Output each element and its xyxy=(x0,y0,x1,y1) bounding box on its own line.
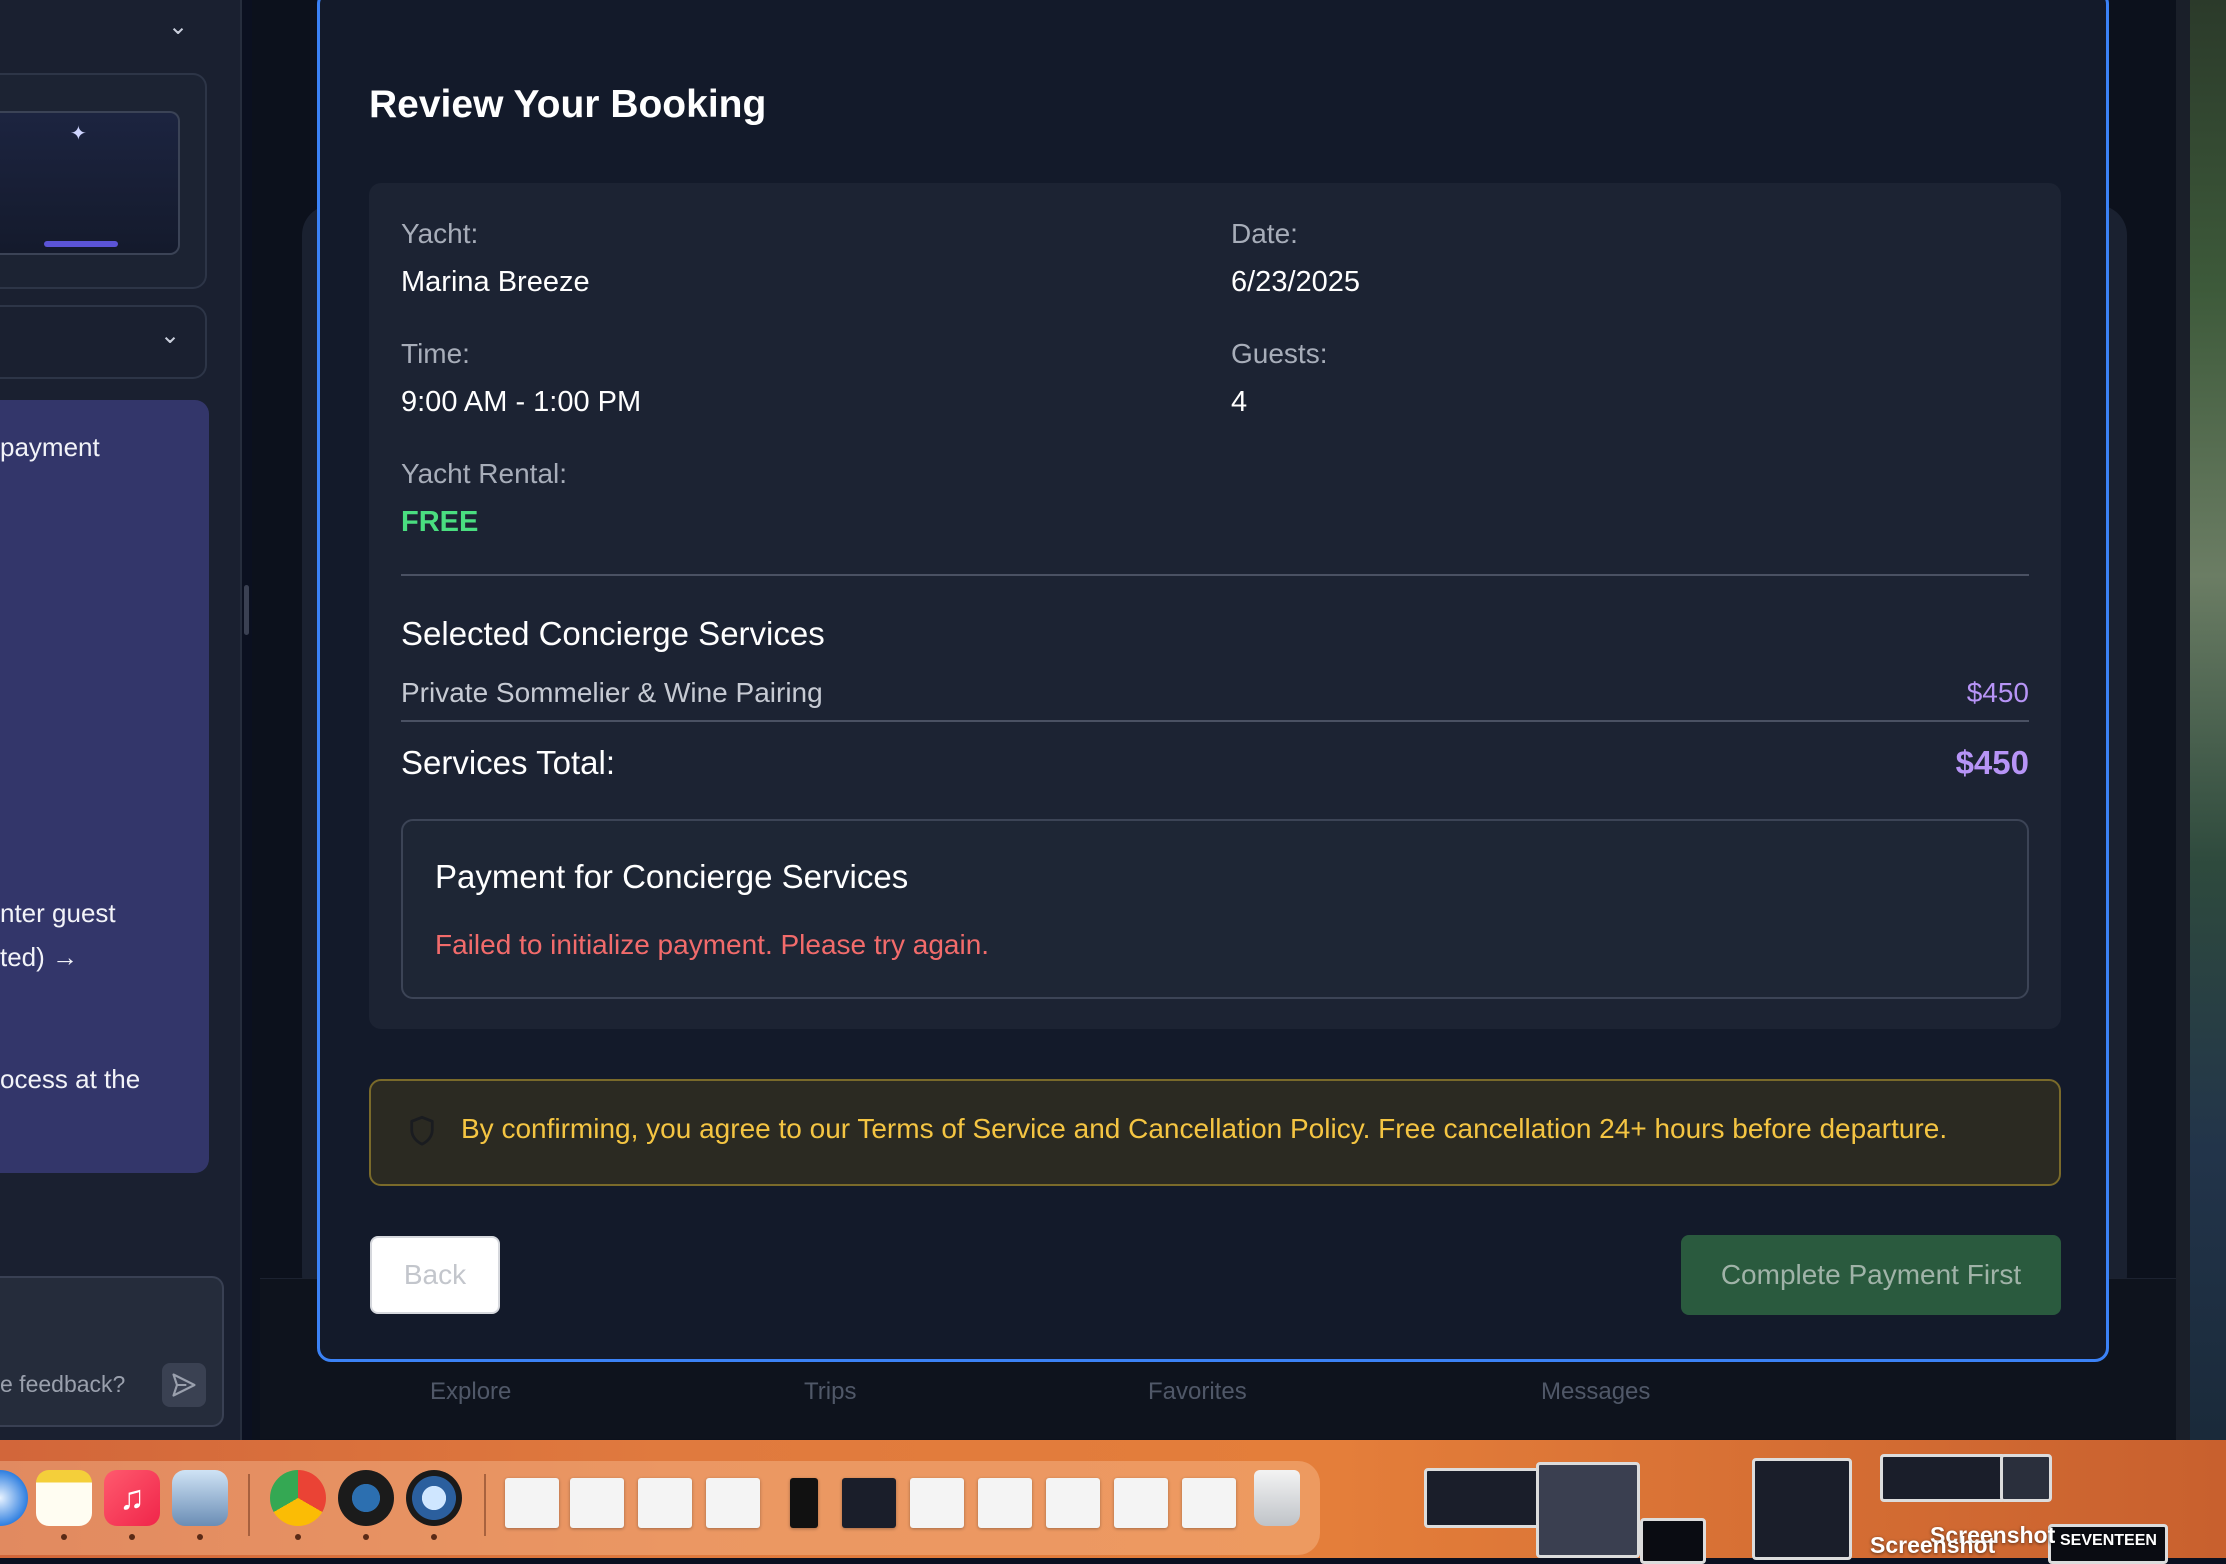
chat-input-placeholder: e feedback? xyxy=(0,1371,126,1397)
terms-notice: By confirming, you agree to our Terms of… xyxy=(369,1079,2061,1186)
running-indicator xyxy=(129,1534,135,1540)
running-indicator xyxy=(363,1534,369,1540)
tab-favorites[interactable]: Favorites xyxy=(1148,1378,1247,1406)
complete-payment-button[interactable]: Complete Payment First xyxy=(1681,1235,2061,1315)
chat-input[interactable]: e feedback? xyxy=(0,1276,224,1427)
message-text: ocess at the xyxy=(0,1064,141,1094)
date-value: 6/23/2025 xyxy=(1231,266,1361,298)
payment-panel xyxy=(401,819,2029,999)
payment-title: Payment for Concierge Services xyxy=(435,858,909,895)
running-indicator xyxy=(431,1534,437,1540)
document-icon[interactable] xyxy=(910,1478,964,1528)
yacht-rental-value: FREE xyxy=(401,506,479,538)
document-icon[interactable] xyxy=(1046,1478,1100,1528)
services-title: Selected Concierge Services xyxy=(401,615,825,652)
chrome-icon[interactable] xyxy=(270,1470,326,1526)
yacht-label: Yacht: xyxy=(401,218,479,249)
thumbnail-button-shape xyxy=(44,241,118,247)
services-total-label: Services Total: xyxy=(401,744,615,781)
service-price: $450 xyxy=(1966,677,2029,708)
time-label: Time: xyxy=(401,338,470,369)
terms-text: By confirming, you agree to our Terms of… xyxy=(461,1113,1948,1144)
chevron-down-icon[interactable]: ⌄ xyxy=(160,321,180,350)
instruments-icon[interactable] xyxy=(338,1470,394,1526)
send-icon xyxy=(172,1373,196,1397)
document-icon[interactable] xyxy=(638,1478,692,1528)
trash-icon[interactable] xyxy=(1254,1470,1300,1526)
running-indicator xyxy=(197,1534,203,1540)
desktop-screenshot-thumbnail[interactable] xyxy=(1752,1458,1852,1560)
shield-icon xyxy=(410,1115,434,1146)
document-icon[interactable] xyxy=(570,1478,624,1528)
assistant-panel: ⌄ ✦ ⌄ payment nter guest ted) → ocess at… xyxy=(0,0,242,1440)
message-text: nter guest xyxy=(0,898,116,928)
message-text: ted) → xyxy=(0,942,79,972)
tab-messages[interactable]: Messages xyxy=(1541,1378,1650,1406)
notes-icon[interactable] xyxy=(36,1470,92,1526)
preview-thumbnail: ✦ xyxy=(0,111,180,255)
running-indicator xyxy=(295,1534,301,1540)
document-icon[interactable] xyxy=(1114,1478,1168,1528)
dock-separator xyxy=(248,1474,250,1536)
document-icon[interactable] xyxy=(978,1478,1032,1528)
yacht-value: Marina Breeze xyxy=(401,266,590,298)
message-text: payment xyxy=(0,432,100,462)
running-indicator xyxy=(61,1534,67,1540)
divider xyxy=(401,574,2029,576)
desktop-screenshot-thumbnail[interactable] xyxy=(2000,1454,2052,1502)
dock-separator xyxy=(484,1474,486,1536)
send-button[interactable] xyxy=(162,1363,206,1407)
preview-card[interactable]: ✦ xyxy=(0,73,207,289)
guests-label: Guests: xyxy=(1231,338,1328,369)
date-label: Date: xyxy=(1231,218,1298,249)
service-name: Private Sommelier & Wine Pairing xyxy=(401,677,823,708)
desktop-file-label[interactable]: Screenshot xyxy=(1870,1532,1995,1559)
logo-icon: ✦ xyxy=(70,123,87,145)
guests-value: 4 xyxy=(1231,386,1248,418)
document-icon[interactable] xyxy=(706,1478,760,1528)
document-icon[interactable] xyxy=(790,1478,818,1528)
document-icon[interactable] xyxy=(505,1478,559,1528)
preview-icon[interactable] xyxy=(172,1470,228,1526)
divider xyxy=(401,720,2029,722)
tab-trips[interactable]: Trips xyxy=(804,1378,856,1406)
desktop-screenshot-thumbnail[interactable] xyxy=(1640,1518,1706,1564)
document-icon[interactable] xyxy=(842,1478,896,1528)
back-button[interactable]: Back xyxy=(370,1236,500,1314)
document-icon[interactable] xyxy=(1182,1478,1236,1528)
yacht-rental-label: Yacht Rental: xyxy=(401,458,568,489)
desktop-screenshot-thumbnail[interactable] xyxy=(1536,1462,1640,1558)
payment-error-message: Failed to initialize payment. Please try… xyxy=(435,929,990,960)
modal-title: Review Your Booking xyxy=(369,83,767,126)
quicktime-icon[interactable] xyxy=(406,1470,462,1526)
time-value: 9:00 AM - 1:00 PM xyxy=(401,386,642,418)
chevron-down-icon[interactable]: ⌄ xyxy=(168,12,188,41)
desktop-file-label[interactable]: SEVENTEEN xyxy=(2060,1532,2157,1550)
services-total-value: $450 xyxy=(1955,744,2029,781)
assistant-message: payment nter guest ted) → ocess at the xyxy=(0,400,209,1173)
tab-explore[interactable]: Explore xyxy=(430,1378,511,1406)
desktop-screenshot-thumbnail[interactable] xyxy=(1424,1468,1540,1528)
collapsed-section[interactable]: ⌄ xyxy=(0,305,207,379)
desktop-screenshot-thumbnail[interactable] xyxy=(1880,1454,2006,1502)
music-icon[interactable]: ♫ xyxy=(104,1470,160,1526)
panel-resize-handle[interactable] xyxy=(244,585,249,635)
